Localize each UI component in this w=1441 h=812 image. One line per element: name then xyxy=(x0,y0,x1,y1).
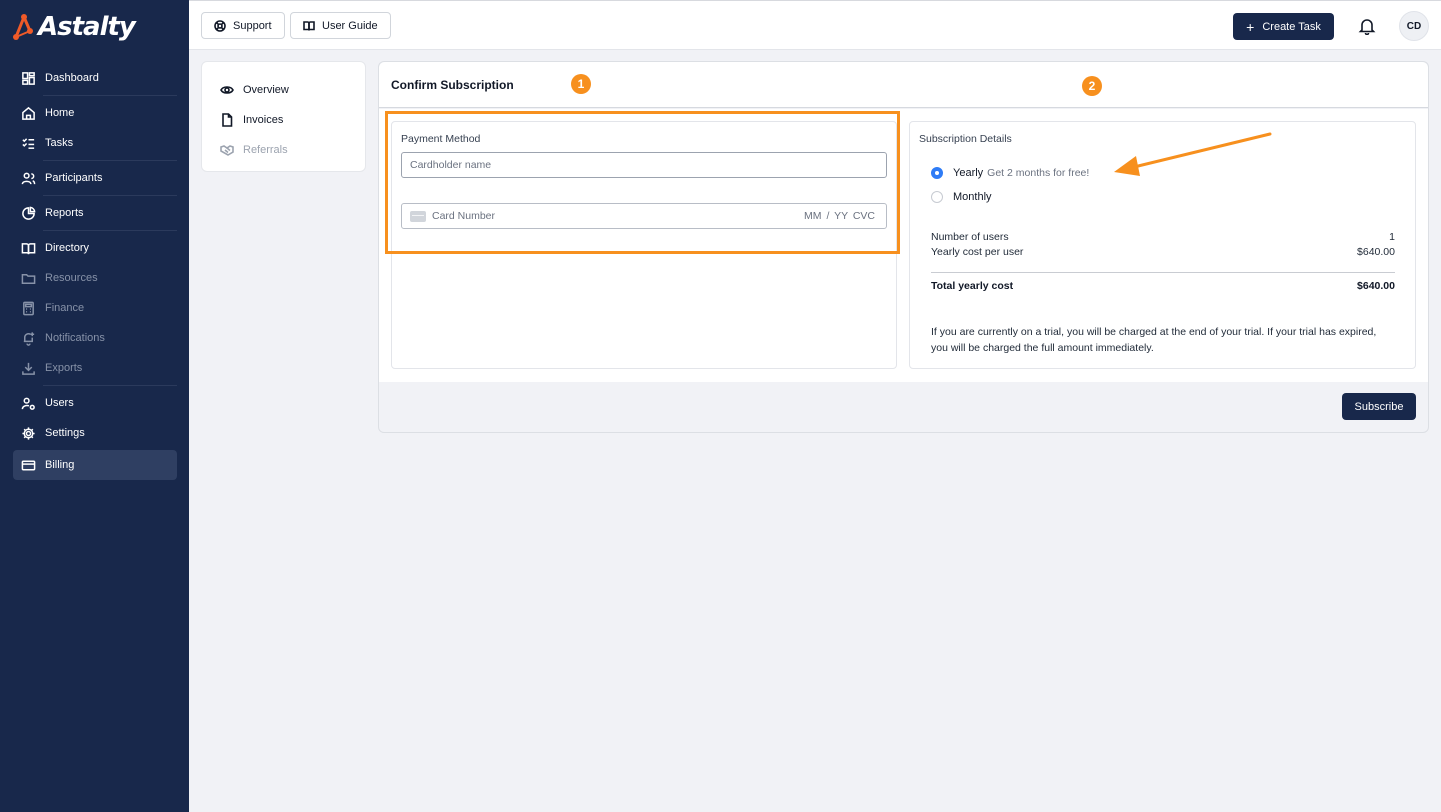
home-icon xyxy=(20,105,36,121)
monthly-option[interactable]: Monthly xyxy=(931,191,992,203)
sidebar-item-tasks[interactable]: Tasks xyxy=(13,128,177,158)
document-icon xyxy=(222,113,233,127)
folder-icon xyxy=(20,270,36,286)
users-value: 1 xyxy=(1389,231,1395,243)
dashboard-icon xyxy=(20,70,36,86)
subscribe-button[interactable]: Subscribe xyxy=(1342,393,1416,420)
panel-title: Confirm Subscription xyxy=(391,78,514,92)
reports-icon xyxy=(20,205,36,221)
cost-row: Yearly cost per user $640.00 xyxy=(931,246,1395,258)
divider xyxy=(43,230,177,231)
submenu-item-label: Invoices xyxy=(243,114,284,126)
gear-icon xyxy=(20,425,36,441)
plus-icon: + xyxy=(1246,18,1255,35)
submenu-item-overview[interactable]: Overview xyxy=(202,75,365,105)
sidebar-item-label: Notifications xyxy=(45,332,105,344)
subscription-details-title: Subscription Details xyxy=(919,133,1012,145)
yearly-hint: Get 2 months for free! xyxy=(987,167,1090,179)
users-row: Number of users 1 xyxy=(931,231,1395,243)
total-row: Total yearly cost $640.00 xyxy=(931,280,1395,292)
sidebar-item-directory[interactable]: Directory xyxy=(13,233,177,263)
participants-icon xyxy=(20,170,36,186)
logo-mark-icon xyxy=(13,14,33,40)
handshake-icon xyxy=(220,145,234,156)
brand-logo[interactable]: Astalty xyxy=(12,11,136,43)
billing-submenu: Overview Invoices Referrals xyxy=(201,61,366,172)
topbar: Support User Guide + Create Task CD xyxy=(189,0,1441,50)
download-icon xyxy=(20,360,36,376)
user-settings-icon xyxy=(20,395,36,411)
sidebar-item-label: Participants xyxy=(45,172,103,184)
sidebar-item-label: Finance xyxy=(45,302,85,314)
create-task-button[interactable]: + Create Task xyxy=(1233,13,1334,40)
yearly-label: Yearly xyxy=(953,167,984,179)
sidebar-item-dashboard[interactable]: Dashboard xyxy=(13,63,177,93)
sidebar-item-label: Tasks xyxy=(45,137,74,149)
eye-icon xyxy=(220,86,234,94)
divider xyxy=(43,195,177,196)
sidebar-item-participants[interactable]: Participants xyxy=(13,163,177,193)
sidebar-nav: Dashboard Home Tasks Participants Report… xyxy=(13,63,177,480)
notifications-bell-icon[interactable] xyxy=(1358,17,1376,36)
highlight-box xyxy=(385,111,900,254)
sidebar-item-reports[interactable]: Reports xyxy=(13,198,177,228)
sidebar-item-label: Users xyxy=(45,397,74,409)
step-badge-2: 2 xyxy=(1082,76,1102,96)
sidebar-item-label: Settings xyxy=(45,427,85,439)
sidebar-item-settings[interactable]: Settings xyxy=(13,418,177,448)
credit-card-icon xyxy=(20,457,36,473)
yearly-option[interactable]: Yearly Get 2 months for free! xyxy=(931,167,1089,179)
total-label: Total yearly cost xyxy=(931,280,1014,292)
sidebar-item-resources[interactable]: Resources xyxy=(13,263,177,293)
sidebar-item-finance[interactable]: Finance xyxy=(13,293,177,323)
bell-plus-icon xyxy=(20,330,36,346)
submenu-item-invoices[interactable]: Invoices xyxy=(202,105,365,135)
sidebar: Astalty Dashboard Home Tasks Participant… xyxy=(0,0,189,812)
sidebar-item-users[interactable]: Users xyxy=(13,388,177,418)
support-label: Support xyxy=(233,19,272,32)
monthly-label: Monthly xyxy=(953,191,992,203)
sidebar-item-label: Directory xyxy=(45,242,90,254)
sidebar-item-label: Billing xyxy=(45,459,75,471)
cost-label: Yearly cost per user xyxy=(931,246,1024,258)
avatar[interactable]: CD xyxy=(1399,11,1429,41)
sidebar-item-label: Resources xyxy=(45,272,98,284)
users-label: Number of users xyxy=(931,231,1009,243)
sidebar-item-notifications[interactable]: Notifications xyxy=(13,323,177,353)
panel-header: Confirm Subscription xyxy=(379,62,1428,108)
divider xyxy=(43,385,177,386)
yearly-radio[interactable] xyxy=(931,167,943,179)
brand-name: Astalty xyxy=(38,12,136,42)
annotation-arrow-icon xyxy=(1114,132,1272,176)
book-open-icon xyxy=(303,20,315,31)
sidebar-item-label: Reports xyxy=(45,207,84,219)
user-guide-button[interactable]: User Guide xyxy=(290,12,391,39)
sidebar-item-exports[interactable]: Exports xyxy=(13,353,177,383)
tasks-icon xyxy=(20,135,36,151)
total-value: $640.00 xyxy=(1357,280,1395,292)
sidebar-item-billing[interactable]: Billing xyxy=(13,450,177,480)
submenu-item-label: Overview xyxy=(243,84,289,96)
divider xyxy=(43,160,177,161)
sidebar-item-label: Exports xyxy=(45,362,83,374)
submenu-item-label: Referrals xyxy=(243,144,288,156)
divider xyxy=(43,95,177,96)
cost-value: $640.00 xyxy=(1357,246,1395,258)
divider xyxy=(931,272,1395,273)
submenu-item-referrals[interactable]: Referrals xyxy=(202,135,365,165)
lifebuoy-icon xyxy=(214,19,226,32)
calculator-icon xyxy=(20,300,36,316)
sidebar-item-label: Dashboard xyxy=(45,72,99,84)
step-badge-1: 1 xyxy=(571,74,591,94)
support-button[interactable]: Support xyxy=(201,12,285,39)
user-guide-label: User Guide xyxy=(322,19,378,32)
monthly-radio[interactable] xyxy=(931,191,943,203)
create-task-label: Create Task xyxy=(1262,20,1321,33)
directory-icon xyxy=(20,240,36,256)
billing-note: If you are currently on a trial, you wil… xyxy=(931,326,1377,354)
sidebar-item-home[interactable]: Home xyxy=(13,98,177,128)
sidebar-item-label: Home xyxy=(45,107,75,119)
